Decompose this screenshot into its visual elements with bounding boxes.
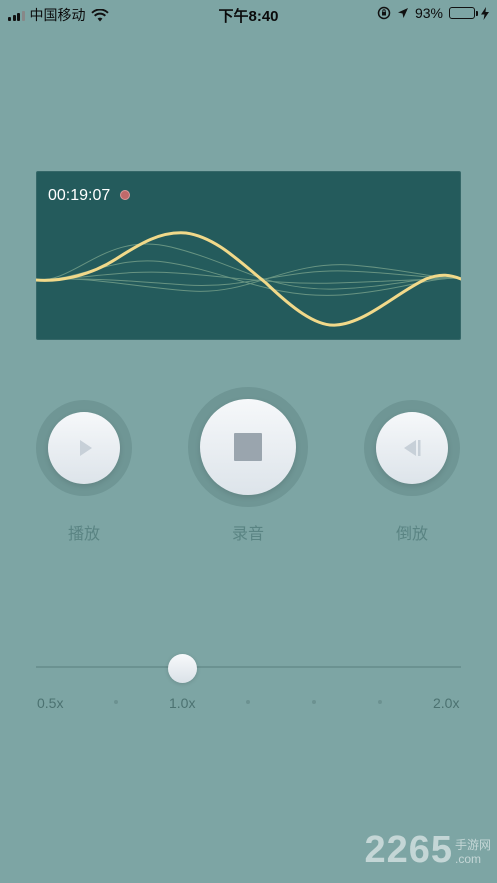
charging-icon (481, 6, 489, 20)
status-left: 中国移动 (8, 5, 109, 25)
watermark-suffix-top: 手游网 (454, 838, 491, 853)
wifi-icon (90, 8, 109, 21)
waveform-panel: 00:19:07 (36, 171, 461, 340)
speed-slider-thumb[interactable] (168, 654, 197, 683)
speed-tick (312, 700, 316, 704)
speed-tick (246, 700, 250, 704)
stop-icon (234, 433, 262, 461)
recording-indicator (120, 190, 130, 200)
speed-label-current: 1.0x (169, 695, 196, 711)
watermark-suffix: 手游网 .com (455, 839, 491, 867)
record-label: 录音 (231, 526, 264, 543)
waveform-main-line (36, 231, 461, 327)
status-bar: 中国移动 下午8:40 93% (0, 0, 497, 26)
reverse-label: 倒放 (395, 526, 428, 543)
signal-icon (8, 10, 25, 21)
speed-tick (378, 700, 382, 704)
status-right: 93% (377, 5, 489, 21)
reverse-play-icon (404, 440, 421, 456)
watermark-logo: 2265 手游网 .com (364, 831, 491, 869)
speed-label-max: 2.0x (433, 695, 460, 711)
location-icon (397, 8, 408, 18)
play-button[interactable] (48, 412, 120, 484)
watermark-number: 2265 (364, 829, 453, 871)
carrier-label: 中国移动 (29, 7, 86, 23)
recording-timer: 00:19:07 (48, 187, 111, 204)
lock-rotation-icon (377, 6, 391, 20)
speed-label-min: 0.5x (37, 695, 64, 711)
battery-icon (449, 7, 478, 19)
speed-slider-track[interactable] (36, 666, 461, 668)
play-icon (80, 440, 92, 456)
watermark-suffix-bottom: .com (454, 852, 481, 867)
speed-tick (114, 700, 118, 704)
reverse-play-button[interactable] (376, 412, 448, 484)
play-label: 播放 (67, 526, 100, 543)
battery-percent: 93% (414, 5, 443, 21)
record-button[interactable] (200, 399, 296, 495)
